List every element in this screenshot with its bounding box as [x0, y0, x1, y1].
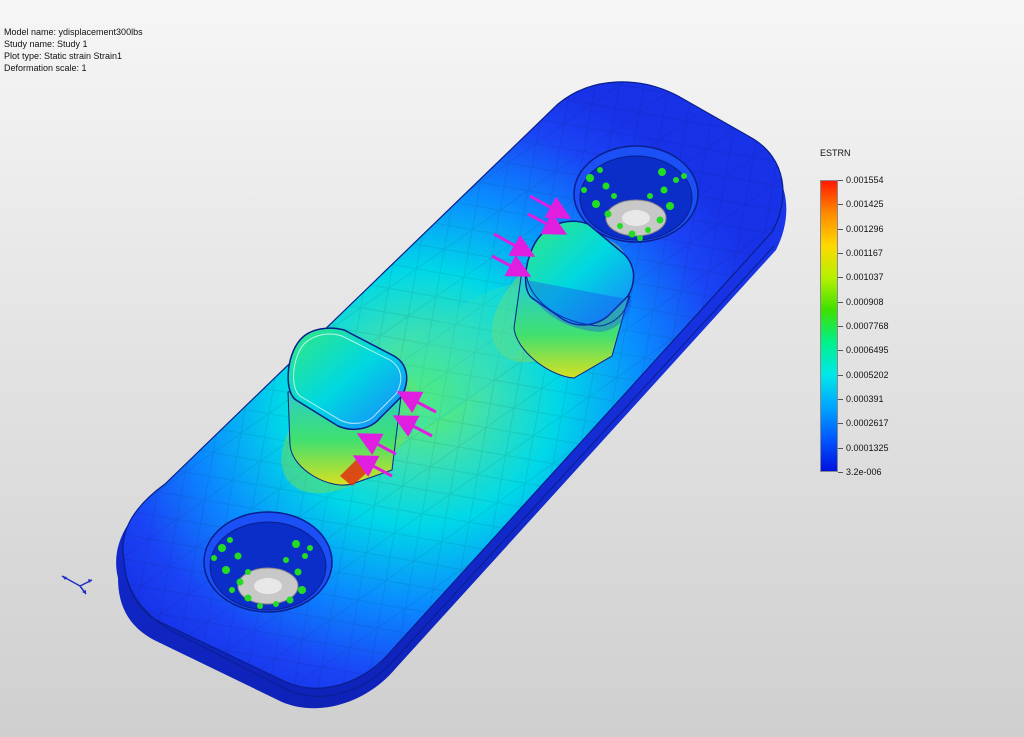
- legend-tick: [838, 399, 843, 400]
- legend-tick: [838, 350, 843, 352]
- legend-label: 0.001296: [846, 223, 884, 234]
- legend-label: 3.2e-006: [846, 467, 882, 477]
- legend-label: 0.001037: [846, 272, 884, 283]
- plot-type-text: Plot type: Static strain Strain1: [4, 51, 123, 61]
- mounting-hole-left: [203, 511, 333, 613]
- legend-labels: 0.001554 0.001425 0.001296 0.001167 0.001037…: [846, 172, 966, 482]
- deformation-scale-text: Deformation scale: 1: [4, 63, 87, 73]
- legend-label: 0.0005202: [846, 369, 889, 380]
- legend-label: 0.0007768: [846, 321, 889, 331]
- legend-tick: [838, 472, 843, 473]
- legend-tick: [838, 204, 843, 206]
- legend-label: 0.000908: [846, 296, 884, 307]
- legend-tick: [838, 228, 843, 230]
- model-name-text: Model name: ydisplacement300lbs: [4, 27, 143, 37]
- axis-triad-icon[interactable]: [58, 568, 98, 598]
- legend-title: ESTRN: [820, 148, 851, 158]
- legend-label: 0.0006495: [846, 345, 889, 356]
- legend-tick: [838, 301, 843, 303]
- legend-tick: [838, 277, 843, 279]
- legend-tick: [838, 253, 843, 254]
- legend-label: 0.001425: [846, 199, 884, 210]
- legend-tick: [838, 374, 843, 376]
- legend-tick: [838, 180, 843, 181]
- legend-tick: [838, 423, 843, 425]
- legend-label: 0.000391: [846, 394, 884, 404]
- legend-label: 0.0001325: [846, 442, 889, 453]
- legend-label: 0.0002617: [846, 418, 889, 429]
- study-info-panel: Model name: ydisplacement300lbs Study na…: [4, 26, 143, 74]
- legend-label: 0.001167: [846, 248, 883, 258]
- legend-label: 0.001554: [846, 175, 884, 185]
- legend-color-bar: [820, 180, 838, 472]
- legend-tick: [838, 447, 843, 449]
- study-name-text: Study name: Study 1: [4, 39, 88, 49]
- graphics-viewport[interactable]: Model name: ydisplacement300lbs Study na…: [0, 0, 1024, 737]
- legend-tick: [838, 326, 843, 327]
